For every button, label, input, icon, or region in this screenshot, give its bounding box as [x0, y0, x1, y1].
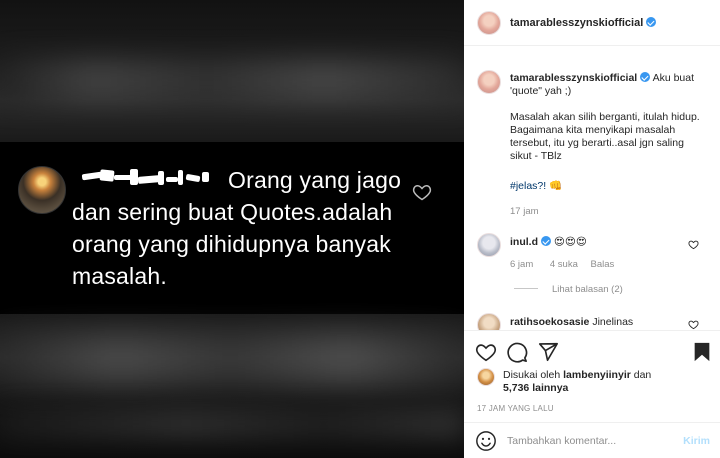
heart-icon [412, 184, 432, 201]
fist-emoji: 👊 [549, 180, 563, 192]
caption-avatar[interactable] [477, 70, 501, 94]
comment-like-icon[interactable] [688, 239, 699, 250]
author-avatar[interactable] [477, 11, 501, 35]
verified-badge-icon [646, 17, 657, 27]
liked-by-and: dan [633, 369, 652, 381]
submit-comment-button[interactable]: Kirim [683, 435, 710, 447]
comment-avatar[interactable] [477, 233, 501, 257]
comment-like-icon[interactable] [688, 319, 699, 330]
caption-intro-row: tamarablesszynskiofficial Aku buat 'quot… [510, 72, 710, 98]
post-timestamp[interactable]: 17 JAM YANG LALU [477, 404, 554, 413]
caption-time: 17 jam [510, 206, 539, 217]
comment-time: 6 jam [510, 259, 534, 270]
caption-hashtag-row: #jelas?! 👊 [510, 180, 562, 193]
comment-likes[interactable]: 4 suka [550, 259, 578, 270]
share-icon[interactable] [537, 341, 559, 363]
reply-divider [514, 288, 538, 289]
author-username-row: tamarablesszynskiofficial [510, 17, 657, 29]
caption-username[interactable]: tamarablesszynskiofficial [510, 72, 637, 84]
caption-body: Masalah akan silih berganti, itulah hidu… [510, 111, 700, 162]
verified-badge-icon [640, 72, 651, 82]
liked-by-prefix: Disukai oleh [503, 369, 561, 381]
comment-text: 😍😍😍 [553, 236, 587, 248]
post-actions: Disukai oleh lambenyiinyir dan 5,736 lai… [464, 330, 720, 430]
comment-row: inul.d 😍😍😍 [510, 236, 587, 249]
quoted-comment-text: Orang yang jago dan sering buat Quotes.a… [72, 167, 402, 289]
liker-avatar[interactable] [477, 368, 495, 386]
post-header: tamarablesszynskiofficial [464, 0, 720, 46]
smiley-icon[interactable] [475, 430, 497, 452]
comment-box: Tambahkan komentar... Kirim [464, 422, 720, 458]
liked-by-user[interactable]: lambenyiinyir [563, 369, 631, 381]
comment-meta: 6 jam 4 suka Balas [510, 259, 614, 270]
heart-icon[interactable] [475, 341, 497, 363]
author-username[interactable]: tamarablesszynskiofficial [510, 17, 643, 29]
likes-summary: Disukai oleh lambenyiinyir dan 5,736 lai… [503, 369, 703, 395]
view-replies-row[interactable]: Lihat balasan (2) [514, 284, 623, 295]
likes-count[interactable]: 5,736 lainnya [503, 382, 568, 394]
comment-input[interactable]: Tambahkan komentar... [507, 435, 616, 447]
verified-badge-icon [541, 236, 551, 246]
comment-username[interactable]: inul.d [510, 236, 538, 248]
reply-button[interactable]: Balas [591, 259, 615, 270]
blurred-background-top [0, 0, 464, 142]
post-media[interactable]: Orang yang jago dan sering buat Quotes.a… [0, 0, 464, 458]
comment-avatar[interactable] [477, 313, 501, 330]
post-sidebar: tamarablesszynskiofficial tamarablesszyn… [464, 0, 720, 458]
comment-row-partial: ratihsoekosasie Jinelinas [464, 310, 720, 330]
comment-row: ratihsoekosasie Jinelinas [510, 316, 633, 329]
blurred-background-bottom [0, 314, 464, 458]
comment-username[interactable]: ratihsoekosasie [510, 316, 589, 328]
bookmark-icon[interactable] [691, 341, 713, 363]
hashtag-link[interactable]: #jelas?! [510, 180, 546, 192]
view-replies-link[interactable]: Lihat balasan (2) [552, 284, 623, 295]
quoted-comment-avatar [18, 166, 66, 214]
comment-icon[interactable] [506, 341, 528, 363]
comment-text: Jinelinas [592, 316, 634, 328]
